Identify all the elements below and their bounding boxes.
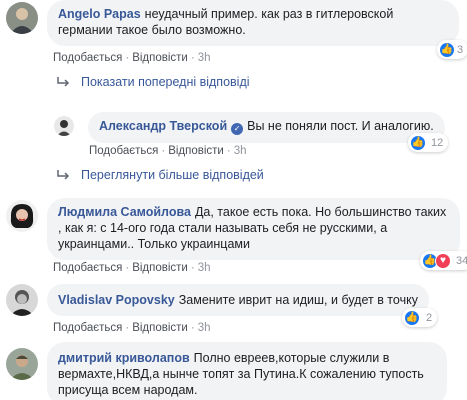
avatar-image — [6, 348, 38, 380]
reaction-count[interactable]: 👍 ♥ 34 — [420, 251, 467, 270]
comment-actions: Подобається · Відповісти · 3h — [89, 145, 247, 157]
comment-krivolapov: дмитрий криволапов Полно евреев,которые с… — [6, 342, 447, 400]
timestamp[interactable]: 3h — [234, 145, 247, 157]
avatar-image — [6, 200, 38, 232]
like-icon: 👍 — [404, 309, 420, 326]
avatar[interactable] — [6, 200, 38, 232]
comment-bubble: Vladislav Popovsky Замените иврит на идиш… — [47, 284, 429, 316]
like-icon: 👍 — [410, 134, 426, 151]
like-button[interactable]: Подобається — [53, 322, 122, 334]
comment-angelo: Angelo Papas неудачный пример. как раз в … — [6, 0, 459, 46]
reaction-count[interactable]: 👍 12 — [408, 133, 449, 152]
comment-bubble: Людмила Самойлова Да, такое есть пока. Но… — [47, 198, 460, 260]
comment-actions: Подобається · Відповісти · 3h — [53, 322, 211, 334]
reply-button[interactable]: Відповісти — [132, 262, 188, 274]
reaction-count[interactable]: 👍 2 — [402, 308, 438, 327]
reply-button[interactable]: Відповісти — [132, 52, 188, 64]
comment-samoylova: Людмила Самойлова Да, такое есть пока. Но… — [6, 198, 460, 260]
avatar[interactable] — [6, 284, 38, 316]
comment-text: Замените иврит на идиш, и будет в точку — [178, 293, 418, 307]
reply-button[interactable]: Відповісти — [168, 145, 224, 157]
comment-author[interactable]: Angelo Papas — [58, 7, 141, 21]
timestamp[interactable]: 3h — [198, 322, 211, 334]
avatar[interactable] — [54, 116, 74, 136]
reply-button[interactable]: Відповісти — [132, 322, 188, 334]
avatar[interactable] — [6, 2, 38, 34]
avatar[interactable] — [6, 348, 38, 380]
comment-popovsky: Vladislav Popovsky Замените иврит на идиш… — [6, 284, 429, 316]
like-icon: 👍 — [439, 41, 455, 58]
avatar-image — [6, 284, 38, 316]
comment-author[interactable]: Людмила Самойлова — [58, 205, 191, 219]
comment-bubble: Angelo Papas неудачный пример. как раз в … — [47, 0, 459, 46]
avatar-image — [54, 116, 74, 136]
comment-text: Вы не поняли пост. И аналогию. — [247, 119, 434, 133]
reaction-count[interactable]: 👍 3 — [437, 40, 467, 59]
like-button[interactable]: Подобається — [53, 52, 122, 64]
like-button[interactable]: Подобається — [53, 262, 122, 274]
show-previous-replies-link[interactable]: Показати попередні відповіді — [57, 75, 250, 89]
comment-actions: Подобається · Відповісти · 3h — [53, 262, 211, 274]
reply-tverskoy: Александр Тверской ✓ Вы не поняли пост. И … — [54, 112, 445, 143]
avatar-image — [6, 2, 38, 34]
comment-author[interactable]: дмитрий криволапов — [58, 351, 190, 365]
reply-arrow-icon — [57, 77, 70, 87]
comment-bubble: дмитрий криволапов Полно евреев,которые с… — [47, 342, 447, 400]
comment-author[interactable]: Александр Тверской — [99, 119, 227, 133]
comment-bubble: Александр Тверской ✓ Вы не поняли пост. И … — [88, 112, 445, 143]
like-button[interactable]: Подобається — [89, 145, 158, 157]
timestamp[interactable]: 3h — [198, 52, 211, 64]
verified-badge-icon: ✓ — [231, 123, 244, 135]
comment-author[interactable]: Vladislav Popovsky — [58, 293, 175, 307]
love-icon: ♥ — [435, 252, 451, 269]
view-more-replies-link[interactable]: Переглянути більше відповідей — [57, 168, 264, 182]
comment-actions: Подобається · Відповісти · 3h — [53, 52, 211, 64]
timestamp[interactable]: 3h — [198, 262, 211, 274]
reply-arrow-icon — [57, 170, 70, 180]
